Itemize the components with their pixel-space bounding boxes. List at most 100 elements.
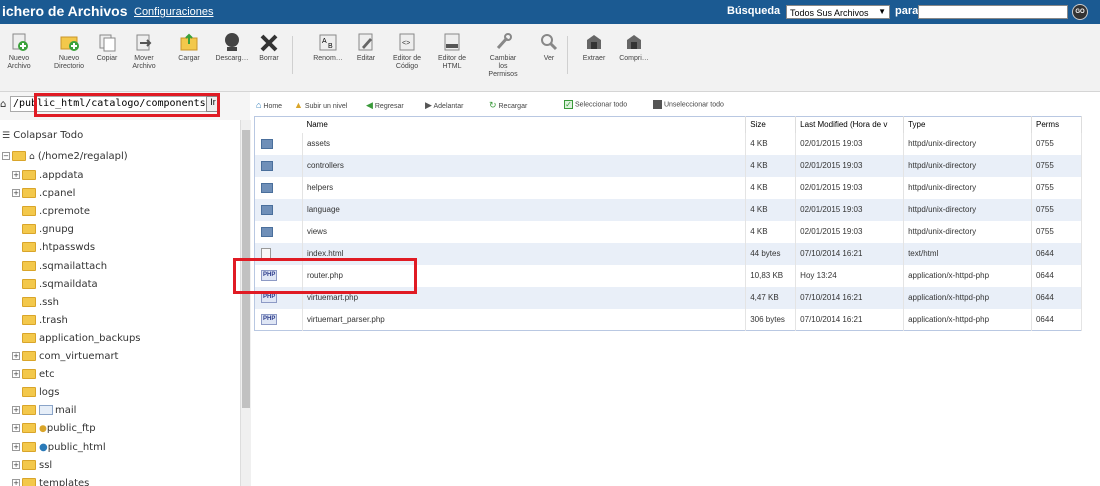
file-name[interactable]: controllers bbox=[302, 154, 747, 177]
toolbar-button-download[interactable]: Descarg… bbox=[208, 32, 256, 63]
file-name[interactable]: language bbox=[302, 198, 747, 221]
table-row[interactable]: controllers 4 KB 02/01/2015 19:03 httpd/uni… bbox=[254, 154, 1083, 177]
table-row[interactable]: PHP virtuemart_parser.php 306 bytes 07/10/2… bbox=[254, 308, 1083, 331]
col-type[interactable]: Type bbox=[903, 116, 1032, 133]
search-input[interactable] bbox=[918, 5, 1068, 19]
folder-icon bbox=[22, 296, 36, 307]
tree-item[interactable]: .htpasswds bbox=[12, 240, 95, 256]
nav-forward-label: Adelantar bbox=[433, 103, 464, 110]
expand-toggle-icon[interactable]: + bbox=[12, 406, 20, 415]
file-perms: 0755 bbox=[1031, 176, 1083, 199]
tree-scrollbar[interactable] bbox=[240, 120, 251, 486]
tree-root-label: (/home2/regalapl) bbox=[37, 151, 128, 162]
toolbar-button-compress[interactable]: Compri… bbox=[612, 32, 656, 63]
collapse-toggle-icon[interactable]: − bbox=[2, 152, 10, 160]
expand-toggle-icon[interactable]: + bbox=[12, 171, 20, 179]
table-row[interactable]: language 4 KB 02/01/2015 19:03 httpd/unix-d… bbox=[254, 198, 1083, 221]
toolbar-button-extract[interactable]: Extraer bbox=[575, 32, 613, 63]
nav-home[interactable]: ⌂ Home bbox=[256, 100, 282, 110]
directory-tree: ☰ Colapsar Todo − ⌂ (/home2/regalapl) + .app… bbox=[0, 120, 240, 486]
file-name[interactable]: virtuemart_parser.php bbox=[302, 308, 747, 331]
folder-icon bbox=[22, 170, 36, 180]
nav-up[interactable]: ▲ Subir un nivel bbox=[294, 100, 347, 110]
expand-toggle-icon[interactable]: + bbox=[12, 442, 20, 451]
tree-item-label: .gnupg bbox=[39, 224, 74, 236]
toolbar-button-copy[interactable]: Copiar bbox=[88, 32, 126, 63]
tree-item[interactable]: .sqmaildata bbox=[12, 277, 98, 293]
nav-unselect-all-label: Unseleccionar todo bbox=[663, 101, 724, 109]
tree-item[interactable]: + ●public_ftp bbox=[12, 421, 96, 437]
toolbar-button-permissions[interactable]: Cambiar los Permisos bbox=[479, 32, 527, 79]
expand-toggle-icon[interactable]: + bbox=[12, 460, 20, 469]
file-size: 4 KB bbox=[745, 176, 797, 199]
tree-item[interactable]: .gnupg bbox=[12, 222, 74, 238]
toolbar-button-new-file[interactable]: Nuevo Archivo bbox=[0, 32, 38, 71]
checkbox-checked-icon: ✓ bbox=[564, 100, 573, 109]
expand-toggle-icon[interactable]: + bbox=[12, 478, 20, 486]
file-modified: 07/10/2014 16:21 bbox=[795, 308, 905, 331]
toolbar-button-upload[interactable]: Cargar bbox=[170, 32, 208, 63]
expand-toggle-icon[interactable]: + bbox=[12, 370, 20, 379]
expand-toggle-icon[interactable]: + bbox=[12, 352, 20, 360]
nav-unselect-all[interactable]: Unseleccionar todo bbox=[653, 100, 724, 109]
tree-item[interactable]: logs bbox=[12, 385, 59, 401]
tree-item[interactable]: .cpremote bbox=[12, 204, 90, 220]
toolbar-button-code-editor[interactable]: <> Editor de Código bbox=[385, 32, 429, 71]
nav-reload[interactable]: ↻ Recargar bbox=[489, 100, 527, 111]
col-name[interactable]: Name bbox=[302, 116, 747, 133]
col-size[interactable]: Size bbox=[745, 116, 797, 133]
table-row[interactable]: helpers 4 KB 02/01/2015 19:03 httpd/unix-di… bbox=[254, 176, 1083, 199]
search-label: Búsqueda bbox=[727, 5, 781, 17]
tree-root[interactable]: − ⌂ (/home2/regalapl) bbox=[2, 149, 128, 165]
toolbar-button-delete[interactable]: Borrar bbox=[250, 32, 288, 63]
expand-toggle-icon[interactable]: + bbox=[12, 189, 20, 198]
tree-item[interactable]: + mail bbox=[12, 403, 76, 419]
col-modified[interactable]: Last Modified (Hora de v bbox=[795, 116, 905, 133]
tree-item[interactable]: + etc bbox=[12, 367, 55, 383]
file-name[interactable]: assets bbox=[302, 132, 747, 155]
tree-item[interactable]: + ●public_html bbox=[12, 440, 106, 456]
tree-item[interactable]: + .appdata bbox=[12, 168, 84, 184]
home-icon: ⌂ bbox=[29, 152, 35, 162]
file-type: application/x-httpd-php bbox=[903, 308, 1032, 331]
nav-back[interactable]: ◀ Regresar bbox=[366, 100, 404, 111]
tree-item[interactable]: .trash bbox=[12, 313, 68, 329]
tree-item[interactable]: + templates bbox=[12, 476, 89, 486]
toolbar-button-label: Compri… bbox=[619, 55, 649, 62]
icon-column-header bbox=[254, 116, 303, 133]
new-file-icon bbox=[12, 33, 28, 51]
file-perms: 0755 bbox=[1031, 132, 1083, 155]
tree-item[interactable]: .sqmailattach bbox=[12, 259, 107, 275]
expand-toggle-icon[interactable]: + bbox=[12, 424, 20, 433]
toolbar-button-move[interactable]: Mover Archivo bbox=[125, 32, 163, 71]
toolbar-button-new-folder[interactable]: Nuevo Directorio bbox=[46, 32, 92, 71]
tree-item[interactable]: + com_virtuemart bbox=[12, 349, 118, 365]
nav-select-all[interactable]: ✓ Seleccionar todo bbox=[564, 100, 627, 109]
table-row[interactable]: assets 4 KB 02/01/2015 19:03 httpd/unix-dir… bbox=[254, 132, 1083, 155]
toolbar-button-edit[interactable]: Editar bbox=[347, 32, 385, 63]
tree-item[interactable]: + .cpanel bbox=[12, 186, 75, 202]
home-icon[interactable]: ⌂ bbox=[0, 99, 6, 110]
folder-icon bbox=[22, 441, 36, 452]
file-table: Name Size Last Modified (Hora de v Type … bbox=[254, 116, 1083, 331]
php-file-icon: PHP bbox=[261, 313, 278, 325]
html-editor-icon bbox=[444, 33, 460, 51]
collapse-all-button[interactable]: ☰ Colapsar Todo bbox=[2, 128, 83, 144]
nav-forward[interactable]: ▶ Adelantar bbox=[425, 100, 463, 111]
tree-item[interactable]: + ssl bbox=[12, 458, 52, 474]
file-name[interactable]: views bbox=[302, 220, 747, 243]
go-button[interactable]: GO bbox=[1072, 4, 1088, 20]
toolbar-button-html-editor[interactable]: Editor de HTML bbox=[430, 32, 474, 71]
toolbar-button-view[interactable]: Ver bbox=[530, 32, 568, 63]
mail-icon bbox=[39, 405, 53, 416]
delete-icon bbox=[260, 34, 278, 52]
table-row[interactable]: views 4 KB 02/01/2015 19:03 httpd/unix-dire… bbox=[254, 220, 1083, 243]
file-name[interactable]: helpers bbox=[302, 176, 747, 199]
settings-link[interactable]: Configuraciones bbox=[134, 6, 214, 18]
search-scope-select[interactable]: Todos Sus Archivos ▼ bbox=[786, 5, 890, 19]
col-perms[interactable]: Perms bbox=[1031, 116, 1083, 133]
toolbar-button-rename[interactable]: A B Renom… bbox=[305, 32, 351, 63]
copy-icon bbox=[99, 34, 116, 52]
tree-item[interactable]: .ssh bbox=[12, 295, 59, 311]
tree-item[interactable]: application_backups bbox=[12, 331, 141, 347]
